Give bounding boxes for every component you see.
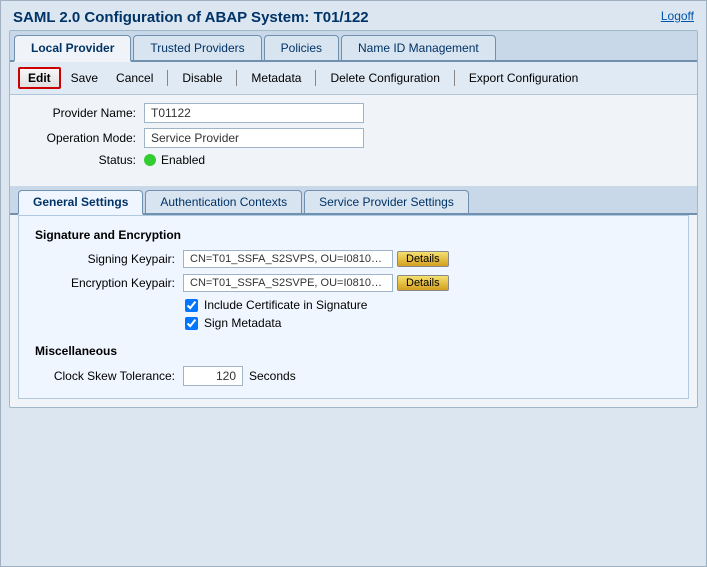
include-cert-row: Include Certificate in Signature <box>185 298 672 312</box>
tab-general-settings[interactable]: General Settings <box>18 190 143 215</box>
signing-details-button[interactable]: Details <box>397 251 449 267</box>
toolbar: Edit Save Cancel Disable Metadata Delete… <box>10 62 697 95</box>
signing-keypair-row: Signing Keypair: CN=T01_SSFA_S2SVPS, OU=… <box>35 250 672 268</box>
operation-mode-label: Operation Mode: <box>26 131 136 145</box>
tab-policies[interactable]: Policies <box>264 35 339 60</box>
tab-authentication-contexts[interactable]: Authentication Contexts <box>145 190 302 213</box>
encryption-keypair-row: Encryption Keypair: CN=T01_SSFA_S2SVPE, … <box>35 274 672 292</box>
metadata-button[interactable]: Metadata <box>243 69 309 87</box>
separator-3 <box>315 70 316 86</box>
fields-area: Provider Name: T01122 Operation Mode: Se… <box>10 95 697 180</box>
provider-name-value: T01122 <box>144 103 364 123</box>
operation-mode-value: Service Provider <box>144 128 364 148</box>
main-panel: Local Provider Trusted Providers Policie… <box>9 30 698 408</box>
tab-trusted-providers[interactable]: Trusted Providers <box>133 35 261 60</box>
status-row: Status: Enabled <box>26 153 681 167</box>
include-cert-label: Include Certificate in Signature <box>204 298 367 312</box>
content-panel: Signature and Encryption Signing Keypair… <box>18 215 689 399</box>
cancel-button[interactable]: Cancel <box>108 69 161 87</box>
export-button[interactable]: Export Configuration <box>461 69 586 87</box>
signing-keypair-label: Signing Keypair: <box>35 252 175 266</box>
logoff-link[interactable]: Logoff <box>661 9 694 23</box>
edit-button[interactable]: Edit <box>18 67 61 89</box>
status-dot <box>144 154 156 166</box>
encryption-keypair-value: CN=T01_SSFA_S2SVPE, OU=I0810001247, <box>183 274 393 292</box>
clock-skew-label: Clock Skew Tolerance: <box>35 369 175 383</box>
clock-skew-input[interactable] <box>183 366 243 386</box>
status-label: Status: <box>26 153 136 167</box>
signature-section-title: Signature and Encryption <box>35 228 672 242</box>
main-tabs-row: Local Provider Trusted Providers Policie… <box>10 31 697 62</box>
sign-metadata-row: Sign Metadata <box>185 316 672 330</box>
misc-section: Miscellaneous Clock Skew Tolerance: Seco… <box>35 344 672 386</box>
tab-name-id-management[interactable]: Name ID Management <box>341 35 496 60</box>
tab-local-provider[interactable]: Local Provider <box>14 35 131 62</box>
encryption-details-button[interactable]: Details <box>397 275 449 291</box>
provider-name-row: Provider Name: T01122 <box>26 103 681 123</box>
disable-button[interactable]: Disable <box>174 69 230 87</box>
inner-tabs-row: General Settings Authentication Contexts… <box>10 186 697 215</box>
encryption-keypair-label: Encryption Keypair: <box>35 276 175 290</box>
include-cert-checkbox[interactable] <box>185 299 198 312</box>
clock-skew-row: Clock Skew Tolerance: Seconds <box>35 366 672 386</box>
delete-button[interactable]: Delete Configuration <box>322 69 447 87</box>
separator-2 <box>236 70 237 86</box>
sign-metadata-label: Sign Metadata <box>204 316 281 330</box>
outer-container: SAML 2.0 Configuration of ABAP System: T… <box>0 0 707 567</box>
separator-1 <box>167 70 168 86</box>
sign-metadata-checkbox[interactable] <box>185 317 198 330</box>
signing-keypair-value: CN=T01_SSFA_S2SVPS, OU=I0810001247, <box>183 250 393 268</box>
separator-4 <box>454 70 455 86</box>
operation-mode-row: Operation Mode: Service Provider <box>26 128 681 148</box>
save-button[interactable]: Save <box>63 69 106 87</box>
page-title: SAML 2.0 Configuration of ABAP System: T… <box>9 9 698 26</box>
status-value: Enabled <box>161 153 205 167</box>
seconds-label: Seconds <box>249 369 296 383</box>
provider-name-label: Provider Name: <box>26 106 136 120</box>
misc-section-title: Miscellaneous <box>35 344 672 358</box>
tab-service-provider-settings[interactable]: Service Provider Settings <box>304 190 469 213</box>
